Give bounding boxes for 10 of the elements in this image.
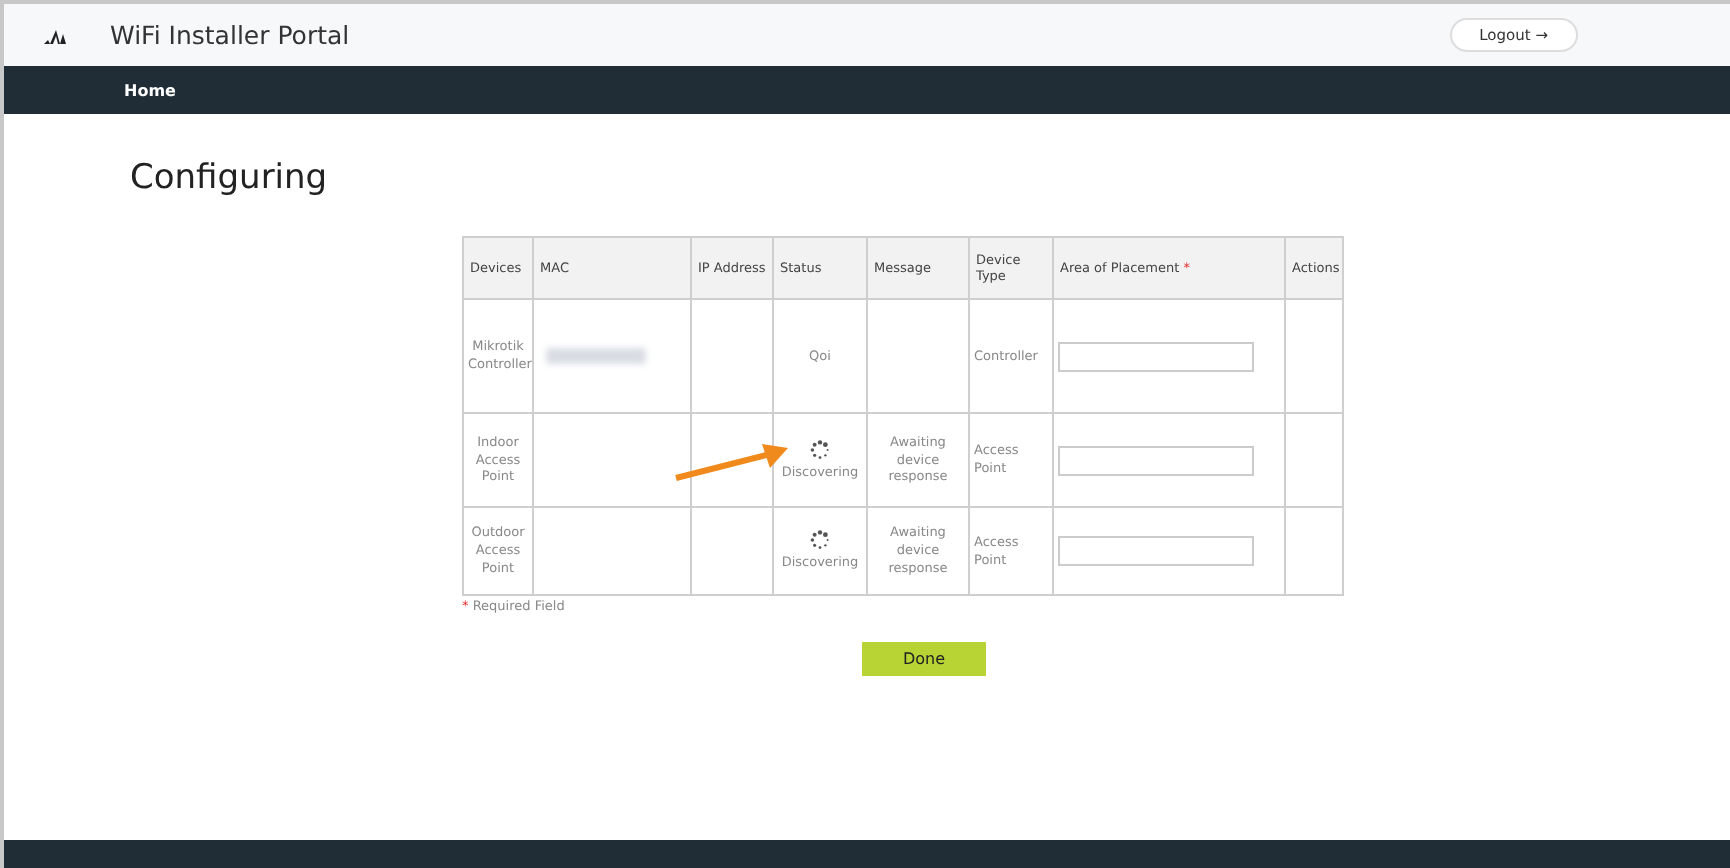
area-input-field[interactable] [1058,341,1254,371]
page-title: Configuring [130,158,330,198]
spinner-icon [810,530,830,551]
spinner-icon [810,439,830,460]
area-input-field[interactable] [1058,536,1254,566]
logo-icon [44,27,66,43]
area-input-field[interactable] [1058,445,1254,475]
nav-link[interactable]: Home [124,81,176,99]
app-title: WiFi Installer Portal [110,20,352,50]
done-button[interactable]: Done [862,642,986,676]
